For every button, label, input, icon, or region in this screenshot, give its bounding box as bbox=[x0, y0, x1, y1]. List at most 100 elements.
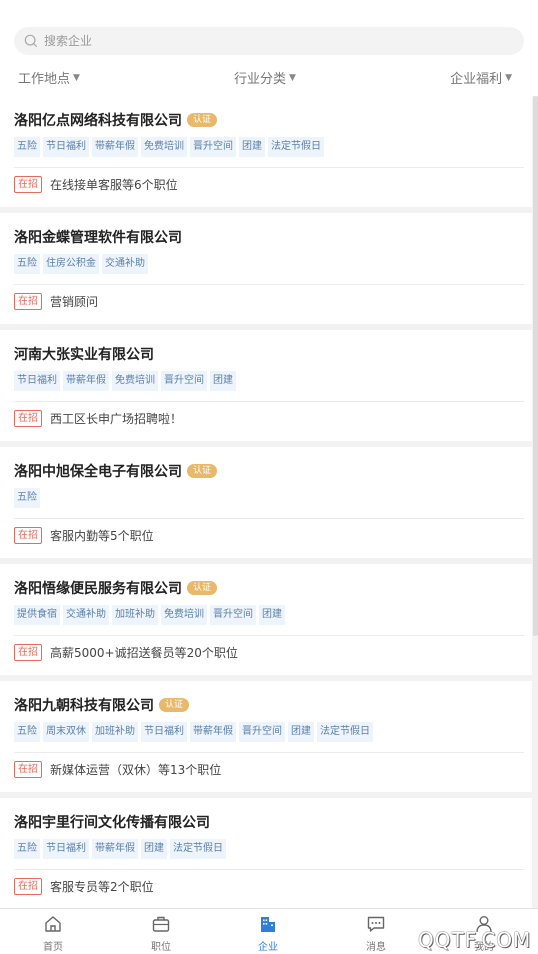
filter-location[interactable]: 工作地点 ▼ bbox=[18, 68, 80, 87]
certified-badge: 认证 bbox=[187, 464, 218, 478]
tab-home[interactable]: 首页 bbox=[23, 914, 83, 953]
benefit-tag: 团建 bbox=[288, 722, 314, 742]
benefit-tag: 法定节假日 bbox=[317, 722, 373, 742]
job-summary: 在招 客服内勤等5个职位 bbox=[14, 527, 154, 544]
job-summary-text: 客服内勤等5个职位 bbox=[50, 529, 154, 543]
job-summary-text: 营销顾问 bbox=[50, 295, 99, 309]
benefit-tag: 加班补助 bbox=[112, 605, 158, 625]
company-name-row: 洛阳金蝶管理软件有限公司 bbox=[14, 227, 182, 247]
company-name: 洛阳悟缘便民服务有限公司 bbox=[14, 581, 182, 597]
benefit-tags: 五险 住房公积金 交通补助 bbox=[14, 254, 148, 274]
company-name-row: 洛阳悟缘便民服务有限公司 认证 bbox=[14, 578, 218, 598]
benefit-tags: 五险 节日福利 带薪年假 团建 法定节假日 bbox=[14, 839, 226, 859]
tab-label: 职位 bbox=[151, 942, 171, 953]
benefit-tag: 免费培训 bbox=[161, 605, 207, 625]
company-card[interactable]: 洛阳亿点网络科技有限公司 认证五险 节日福利 带薪年假 免费培训 晋升空间 团建 法定节假日在… bbox=[0, 96, 532, 207]
job-summary-text: 新媒体运营（双休）等13个职位 bbox=[50, 763, 222, 777]
job-summary: 在招 营销顾问 bbox=[14, 293, 98, 310]
company-card[interactable]: 洛阳中旭保全电子有限公司 认证 五险 在招 客服内勤等5个职位 bbox=[0, 447, 532, 558]
search-bar[interactable] bbox=[14, 27, 524, 55]
benefit-tags: 节日福利 带薪年假 免费培训 晋升空间 团建 bbox=[14, 371, 236, 391]
benefit-tags: 提供食宿 交通补助 加班补助 免费培训 晋升空间 团建 bbox=[14, 605, 285, 625]
benefit-tags: 五险 bbox=[14, 488, 40, 508]
company-name-row: 洛阳亿点网络科技有限公司 认证 bbox=[14, 110, 218, 130]
tab-company[interactable]: 企业 bbox=[238, 914, 298, 953]
benefit-tag: 节日福利 bbox=[43, 137, 89, 157]
caret-down-icon: ▼ bbox=[73, 72, 80, 83]
benefit-tags: 五险 周末双休 加班补助 节日福利 带薪年假 晋升空间 团建 法定节假日 bbox=[14, 722, 373, 742]
benefit-tag: 带薪年假 bbox=[190, 722, 236, 742]
filter-benefits[interactable]: 企业福利 ▼ bbox=[450, 68, 512, 87]
tab-label: 消息 bbox=[366, 942, 386, 953]
hiring-badge: 在招 bbox=[14, 293, 42, 310]
job-summary: 在招 新媒体运营（双休）等13个职位 bbox=[14, 761, 221, 778]
benefit-tag: 周末双休 bbox=[43, 722, 89, 742]
scrollbar[interactable] bbox=[533, 96, 538, 636]
benefit-tag: 五险 bbox=[14, 839, 40, 859]
benefit-tag: 法定节假日 bbox=[268, 137, 324, 157]
divider bbox=[14, 518, 524, 519]
benefit-tag: 团建 bbox=[141, 839, 167, 859]
benefit-tag: 晋升空间 bbox=[161, 371, 207, 391]
benefit-tag: 五险 bbox=[14, 722, 40, 742]
company-name: 洛阳宇里行间文化传播有限公司 bbox=[14, 815, 210, 831]
filter-industry[interactable]: 行业分类 ▼ bbox=[234, 68, 296, 87]
filter-label: 行业分类 bbox=[234, 72, 287, 87]
company-card[interactable]: 河南大张实业有限公司 节日福利 带薪年假 免费培训 晋升空间 团建 在招 西工区长申广场招聘啦… bbox=[0, 330, 532, 441]
benefit-tag: 晋升空间 bbox=[239, 722, 285, 742]
filter-bar: 工作地点 ▼ 行业分类 ▼ 企业福利 ▼ bbox=[0, 66, 538, 90]
filter-label: 企业福利 bbox=[450, 72, 503, 87]
benefit-tag: 晋升空间 bbox=[210, 605, 256, 625]
company-card[interactable]: 洛阳金蝶管理软件有限公司五险 住房公积金 交通补助 在招 营销顾问 bbox=[0, 213, 532, 324]
job-summary-text: 客服专员等2个职位 bbox=[50, 880, 154, 894]
benefit-tag: 加班补助 bbox=[92, 722, 138, 742]
job-summary: 在招 在线接单客服等6个职位 bbox=[14, 176, 178, 193]
job-summary: 在招 客服专员等2个职位 bbox=[14, 878, 154, 895]
benefit-tag: 五险 bbox=[14, 488, 40, 508]
caret-down-icon: ▼ bbox=[289, 72, 296, 83]
company-name: 洛阳金蝶管理软件有限公司 bbox=[14, 230, 182, 246]
benefit-tag: 带薪年假 bbox=[63, 371, 109, 391]
divider bbox=[14, 752, 524, 753]
company-name-row: 洛阳九朝科技有限公司 认证 bbox=[14, 695, 190, 715]
benefit-tag: 晋升空间 bbox=[190, 137, 236, 157]
filter-label: 工作地点 bbox=[18, 72, 71, 87]
hiring-badge: 在招 bbox=[14, 644, 42, 661]
benefit-tag: 交通补助 bbox=[102, 254, 148, 274]
tab-jobs[interactable]: 职位 bbox=[131, 914, 191, 953]
watermark: QQTF.COM bbox=[418, 928, 532, 952]
divider bbox=[14, 167, 524, 168]
benefit-tag: 节日福利 bbox=[43, 839, 89, 859]
benefit-tag: 提供食宿 bbox=[14, 605, 60, 625]
benefit-tag: 团建 bbox=[210, 371, 236, 391]
tab-label: 企业 bbox=[258, 942, 278, 953]
hiring-badge: 在招 bbox=[14, 761, 42, 778]
company-name: 洛阳亿点网络科技有限公司 bbox=[14, 113, 182, 129]
job-summary-text: 西工区长申广场招聘啦！ bbox=[50, 412, 183, 426]
top-bar: 工作地点▼ 行业分类▼ 企业福利▼ bbox=[0, 0, 538, 96]
certified-badge: 认证 bbox=[159, 698, 190, 712]
benefit-tag: 五险 bbox=[14, 137, 40, 157]
tab-messages[interactable]: 消息 bbox=[346, 914, 406, 953]
benefit-tag: 法定节假日 bbox=[170, 839, 226, 859]
divider bbox=[14, 401, 524, 402]
benefit-tag: 带薪年假 bbox=[92, 839, 138, 859]
divider bbox=[14, 284, 524, 285]
tab-label: 首页 bbox=[43, 942, 63, 953]
message-icon bbox=[367, 916, 385, 932]
building-icon bbox=[261, 917, 275, 932]
search-input[interactable] bbox=[44, 34, 484, 48]
company-card[interactable]: 洛阳九朝科技有限公司 认证五险 周末双休 加班补助 节日福利 带薪年假 晋升空间 团建 法定节假… bbox=[0, 681, 532, 792]
home-icon bbox=[45, 916, 61, 932]
benefit-tag: 免费培训 bbox=[141, 137, 187, 157]
benefit-tag: 带薪年假 bbox=[92, 137, 138, 157]
benefit-tag: 节日福利 bbox=[14, 371, 60, 391]
company-name-row: 洛阳宇里行间文化传播有限公司 bbox=[14, 812, 210, 832]
benefit-tag: 住房公积金 bbox=[43, 254, 99, 274]
benefit-tags: 五险 节日福利 带薪年假 免费培训 晋升空间 团建 法定节假日 bbox=[14, 137, 324, 157]
company-name: 河南大张实业有限公司 bbox=[14, 347, 154, 363]
company-card[interactable]: 洛阳悟缘便民服务有限公司 认证 提供食宿 交通补助 加班补助 免费培训 晋升空间 团建 在招 高薪… bbox=[0, 564, 532, 675]
company-card[interactable]: 洛阳宇里行间文化传播有限公司 五险 节日福利 带薪年假 团建 法定节假日 在招 客服专员等2个… bbox=[0, 798, 532, 909]
divider bbox=[14, 635, 524, 636]
hiring-badge: 在招 bbox=[14, 176, 42, 193]
